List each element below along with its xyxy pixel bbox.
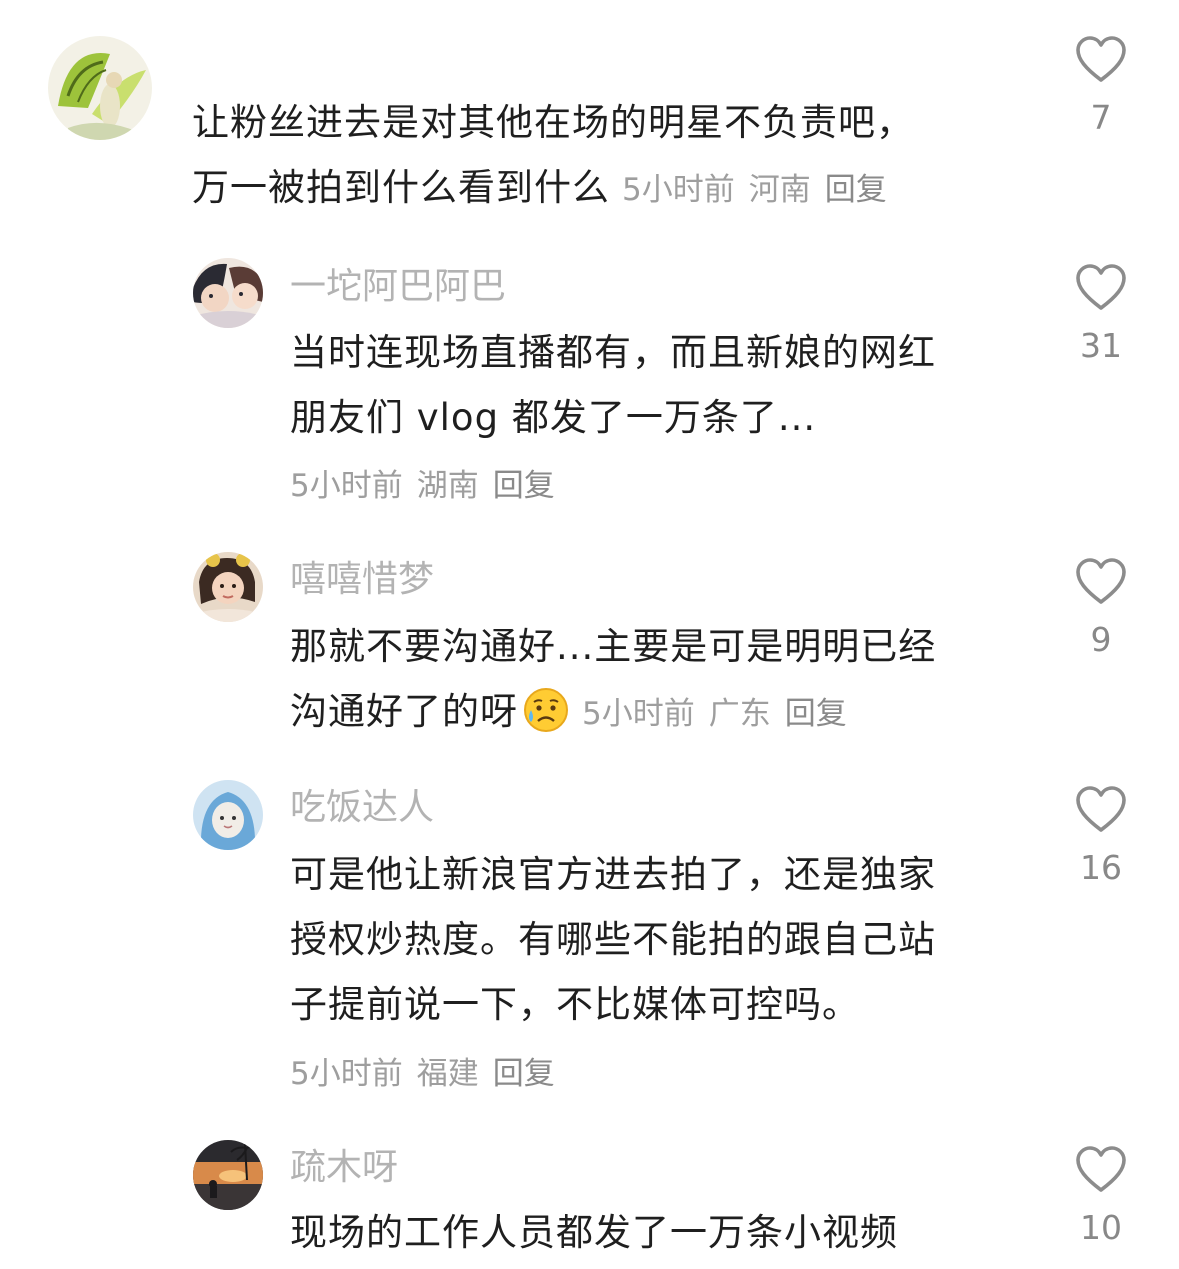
heart-outline-icon[interactable] — [1075, 36, 1127, 84]
avatar[interactable] — [193, 258, 263, 328]
like-count: 16 — [1080, 848, 1122, 887]
comment-line: 让粉丝进去是对其他在场的明星不负责吧， — [192, 101, 914, 144]
like-control: 10 — [1060, 1146, 1142, 1248]
comment-line: 万一被拍到什么看到什么 — [192, 166, 610, 209]
anime-couple-avatar-icon — [193, 258, 263, 328]
like-control: 9 — [1060, 558, 1142, 660]
comment-text: 让粉丝进去是对其他在场的明星不负责吧， 万一被拍到什么看到什么 5小时前 河南 回复 — [192, 90, 914, 223]
comment-text: 当时连现场直播都有，而且新娘的网红 朋友们 vlog 都发了一万条了... — [290, 320, 936, 450]
location: 河南 — [748, 172, 811, 208]
username[interactable]: 一坨阿巴阿巴 — [290, 265, 506, 309]
comment-line: 朋友们 vlog 都发了一万条了... — [290, 396, 817, 439]
like-count: 9 — [1090, 620, 1112, 659]
location: 湖南 — [416, 468, 479, 504]
reply-button[interactable]: 回复 — [493, 1056, 555, 1092]
reply-button[interactable]: 回复 — [493, 468, 555, 504]
comment-meta: 5小时前 福建 回复 — [290, 1054, 555, 1094]
hooded-cat-avatar-icon — [193, 780, 263, 850]
reply-button[interactable]: 回复 — [825, 172, 887, 208]
comment-line: 现场的工作人员都发了一万条小视频 — [290, 1211, 898, 1254]
timestamp: 5小时前 — [290, 468, 403, 504]
comment-meta: 5小时前 广东 回复 — [582, 696, 847, 732]
comment-line: 子提前说一下，不比媒体可控吗。 — [290, 983, 860, 1026]
avatar[interactable] — [48, 36, 152, 140]
location: 福建 — [416, 1056, 479, 1092]
like-count: 7 — [1090, 98, 1112, 137]
comment-text: 现场的工作人员都发了一万条小视频 — [290, 1200, 898, 1265]
heart-outline-icon[interactable] — [1075, 264, 1127, 312]
like-control: 7 — [1060, 36, 1142, 138]
avatar[interactable] — [193, 552, 263, 622]
sunset-beach-avatar-icon — [193, 1140, 263, 1210]
comment-meta: 5小时前 湖南 回复 — [290, 466, 555, 506]
username[interactable]: 吃饭达人 — [290, 786, 434, 830]
avatar[interactable] — [193, 1140, 263, 1210]
comment-text: 可是他让新浪官方进去拍了，还是独家 授权炒热度。有哪些不能拍的跟自己站 子提前说… — [290, 842, 936, 1037]
heart-outline-icon[interactable] — [1075, 558, 1127, 606]
location: 广东 — [708, 696, 771, 732]
like-count: 10 — [1080, 1208, 1122, 1247]
like-control: 16 — [1060, 786, 1142, 888]
heart-outline-icon[interactable] — [1075, 786, 1127, 834]
comment-text: 那就不要沟通好...主要是可是明明已经 沟通好了的呀 5小时前 广东 回复 — [290, 614, 936, 747]
comment-line-with-meta: 万一被拍到什么看到什么 5小时前 河南 回复 — [192, 155, 914, 223]
username[interactable]: 疏木呀 — [290, 1146, 398, 1190]
avatar[interactable] — [193, 780, 263, 850]
comment-line: 沟通好了的呀 — [290, 690, 518, 733]
timestamp: 5小时前 — [290, 1056, 403, 1092]
comment-line: 可是他让新浪官方进去拍了，还是独家 — [290, 853, 936, 896]
comment-line: 授权炒热度。有哪些不能拍的跟自己站 — [290, 918, 936, 961]
heart-outline-icon[interactable] — [1075, 1146, 1127, 1194]
butterfly-fairy-avatar-icon — [48, 36, 152, 140]
comment-line-with-meta: 沟通好了的呀 5小时前 广东 回复 — [290, 679, 936, 747]
username[interactable]: 嘻嘻惜梦 — [290, 558, 434, 602]
sad-sweat-emoji-icon — [524, 688, 568, 732]
timestamp: 5小时前 — [582, 696, 695, 732]
comment-line: 那就不要沟通好...主要是可是明明已经 — [290, 625, 937, 668]
comment-meta: 5小时前 河南 回复 — [622, 172, 887, 208]
comment-line: 当时连现场直播都有，而且新娘的网红 — [290, 331, 936, 374]
like-count: 31 — [1080, 326, 1122, 365]
reply-button[interactable]: 回复 — [785, 696, 847, 732]
like-control: 31 — [1060, 264, 1142, 366]
girl-photo-avatar-icon — [193, 552, 263, 622]
timestamp: 5小时前 — [622, 172, 735, 208]
